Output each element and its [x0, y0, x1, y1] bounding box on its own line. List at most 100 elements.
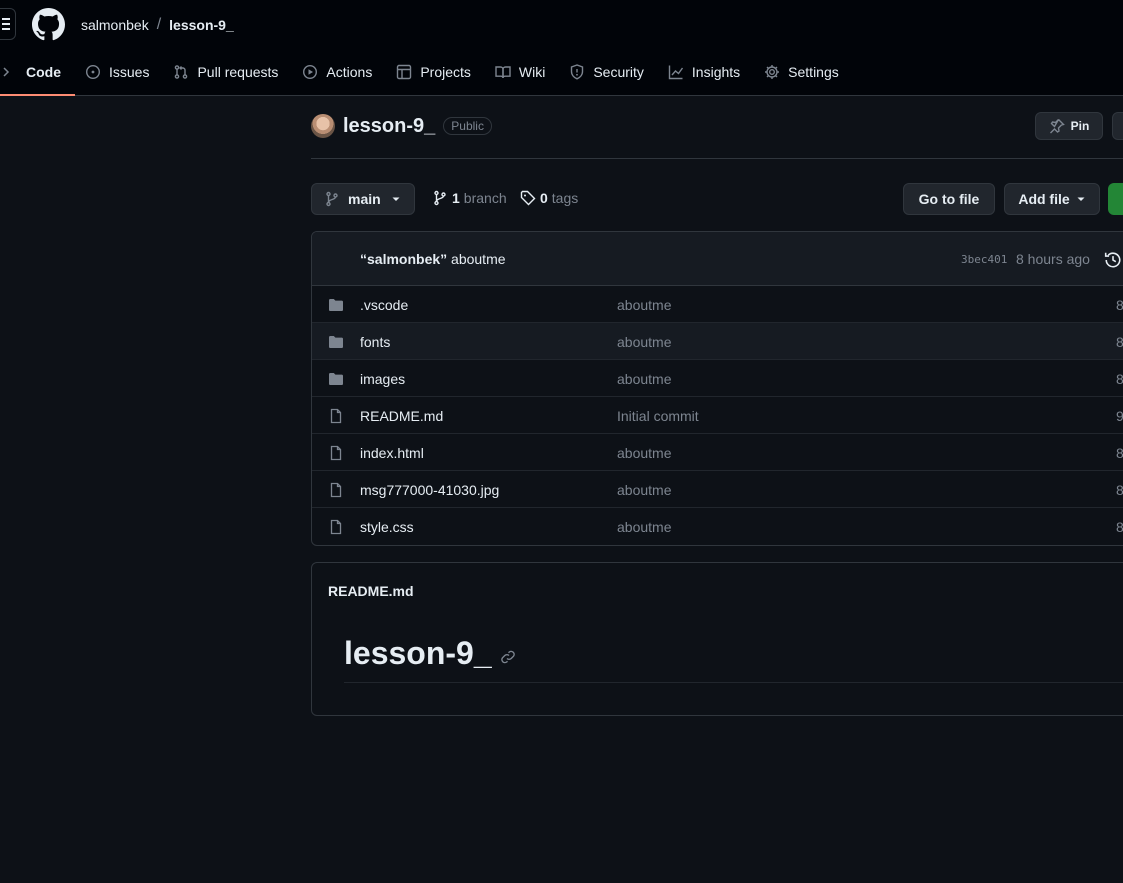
owner-link[interactable]: salmonbek: [81, 17, 149, 33]
tab-label: Wiki: [518, 64, 546, 80]
file-commit-message[interactable]: aboutme: [617, 519, 671, 535]
tag-icon: [520, 190, 536, 206]
readme-filename[interactable]: README.md: [328, 583, 414, 599]
file-browser: “salmonbek” aboutme 3bec401 8 hours ago …: [311, 231, 1123, 546]
tab-label: Insights: [691, 64, 741, 80]
file-row[interactable]: images aboutme 8: [312, 360, 1123, 397]
readme-heading: lesson-9_: [344, 635, 516, 672]
file-age: 8: [1116, 334, 1123, 350]
file-commit-message[interactable]: aboutme: [617, 334, 671, 350]
file-commit-message[interactable]: aboutme: [617, 297, 671, 313]
file-age: 8: [1116, 482, 1123, 498]
branches-link[interactable]: 1 branch: [432, 190, 507, 206]
visibility-badge: Public: [443, 117, 492, 135]
tab-label: Projects: [420, 64, 471, 80]
tab-projects[interactable]: Projects: [384, 60, 483, 84]
readme-heading-rule: [344, 682, 1123, 683]
file-list: .vscode aboutme 8 fonts aboutme 8 images aboutm…: [312, 286, 1123, 545]
file-age: 8: [1116, 445, 1123, 461]
pin-icon: [1049, 119, 1065, 134]
file-age: 9: [1116, 408, 1123, 424]
branch-select-button[interactable]: main: [311, 183, 415, 215]
latest-commit: “salmonbek” aboutme 3bec401 8 hours ago: [312, 232, 1123, 286]
file-commit-message[interactable]: aboutme: [617, 371, 671, 387]
gear-icon: [765, 65, 780, 79]
book-icon: [495, 66, 511, 79]
branch-icon: [434, 190, 446, 206]
repo-nav-tabs: Code Issues Pull requests Actions Projec…: [0, 60, 851, 96]
history-icon[interactable]: [1104, 251, 1122, 269]
pin-button[interactable]: Pin: [1035, 112, 1103, 140]
file-name[interactable]: fonts: [360, 334, 390, 350]
add-file-button[interactable]: Add file: [1004, 183, 1100, 215]
file-row[interactable]: msg777000-41030.jpg aboutme 8: [312, 471, 1123, 508]
avatar[interactable]: [311, 114, 335, 138]
github-logo-icon[interactable]: [32, 8, 65, 41]
caret-down-icon: [1077, 197, 1085, 201]
file-name[interactable]: images: [360, 371, 405, 387]
file-age: 8: [1116, 519, 1123, 535]
branch-name: main: [348, 191, 381, 207]
file-icon: [330, 519, 342, 535]
file-commit-message[interactable]: Initial commit: [617, 408, 699, 424]
tag-count: 0: [540, 190, 548, 206]
graph-icon: [668, 65, 683, 80]
file-icon: [330, 482, 342, 498]
repo-title: lesson-9_ Public: [311, 114, 492, 138]
branch-icon: [326, 191, 338, 207]
tab-label: Pull requests: [197, 64, 279, 80]
table-icon: [397, 64, 412, 80]
file-name[interactable]: README.md: [360, 408, 443, 424]
file-name[interactable]: .vscode: [360, 297, 408, 313]
commit-hash[interactable]: 3bec401: [961, 253, 1007, 266]
caret-down-icon: [392, 197, 400, 201]
file-icon: [330, 445, 342, 461]
file-name[interactable]: style.css: [360, 519, 414, 535]
watch-button[interactable]: [1112, 112, 1123, 140]
tab-insights[interactable]: Insights: [656, 60, 752, 84]
tag-count-label: tags: [551, 190, 579, 206]
folder-icon: [329, 373, 343, 385]
add-file-label: Add file: [1018, 191, 1070, 207]
file-commit-message[interactable]: aboutme: [617, 482, 671, 498]
branch-count-label: branch: [463, 190, 507, 206]
link-icon[interactable]: [500, 649, 516, 665]
tab-wiki[interactable]: Wiki: [483, 60, 557, 84]
branch-count: 1: [452, 190, 460, 206]
repo-name[interactable]: lesson-9_: [343, 115, 435, 138]
breadcrumb-separator: /: [156, 16, 162, 33]
code-button[interactable]: [1108, 183, 1123, 215]
menu-button[interactable]: [0, 8, 16, 40]
file-name[interactable]: msg777000-41030.jpg: [360, 482, 499, 498]
commit-message[interactable]: “salmonbek” aboutme: [360, 251, 506, 267]
commit-time: 8 hours ago: [1016, 251, 1090, 267]
tab-settings[interactable]: Settings: [752, 60, 851, 84]
tab-pull-requests[interactable]: Pull requests: [161, 60, 290, 84]
tab-label: Settings: [788, 64, 839, 80]
file-row[interactable]: README.md Initial commit 9: [312, 397, 1123, 434]
tab-label: Security: [593, 64, 644, 80]
tab-issues[interactable]: Issues: [73, 60, 161, 84]
title-divider: [311, 158, 1123, 159]
tab-actions[interactable]: Actions: [290, 60, 384, 84]
folder-icon: [329, 336, 343, 348]
commit-author: “salmonbek”: [360, 251, 448, 267]
go-to-file-button[interactable]: Go to file: [903, 183, 995, 215]
readme-heading-text: lesson-9_: [344, 635, 492, 671]
pull-request-icon: [175, 65, 188, 79]
readme-panel: README.md lesson-9_: [311, 562, 1123, 716]
tab-security[interactable]: Security: [557, 60, 656, 84]
file-row[interactable]: index.html aboutme 8: [312, 434, 1123, 471]
file-commit-message[interactable]: aboutme: [617, 445, 671, 461]
folder-icon: [329, 299, 343, 311]
file-name[interactable]: index.html: [360, 445, 424, 461]
file-icon: [330, 408, 342, 424]
tags-link[interactable]: 0 tags: [520, 190, 578, 206]
repo-link[interactable]: lesson-9_: [169, 17, 234, 33]
file-age: 8: [1116, 371, 1123, 387]
file-row[interactable]: style.css aboutme 8: [312, 508, 1123, 545]
tab-code[interactable]: Code: [0, 60, 75, 96]
pin-label: Pin: [1070, 119, 1090, 133]
file-row[interactable]: fonts aboutme 8: [312, 323, 1123, 360]
file-row[interactable]: .vscode aboutme 8: [312, 286, 1123, 323]
